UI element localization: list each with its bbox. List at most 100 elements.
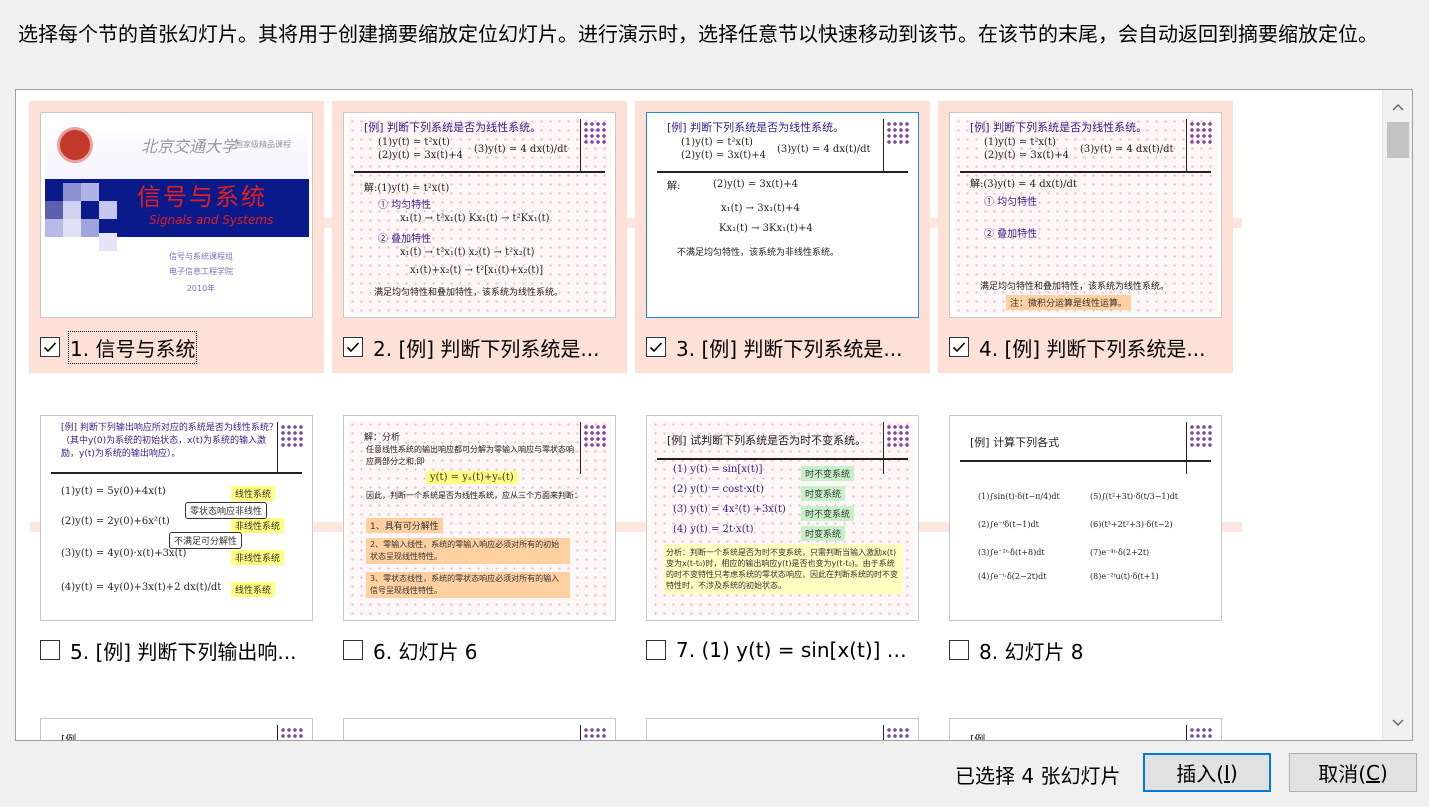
slide-caption-2: 2. [例] 判断下列系统是...	[343, 332, 623, 362]
school-name: 北京交通大学	[141, 137, 238, 156]
insert-label: 插入(	[1176, 762, 1225, 786]
slide-text: (3)y(t) = 4 dx(t)/dt	[777, 144, 871, 155]
slide-checkbox-7[interactable]	[646, 640, 666, 660]
corner-dots-decoration	[1189, 424, 1213, 448]
course-tag: 国家级精品课程	[235, 140, 291, 149]
insert-button[interactable]: 插入(I)	[1143, 753, 1271, 792]
insert-label-end: )	[1229, 760, 1238, 785]
slide-text: x₁(t) → t²x₁(t) x₂(t) → t²x₂(t)	[400, 247, 535, 258]
slide-item-3[interactable]: [例] 判断下列系统是否为线性系统。 (1)y(t) = t²x(t) (2)y…	[635, 101, 930, 373]
slide-checkbox-5[interactable]	[40, 640, 60, 660]
corner-dots-decoration	[583, 424, 607, 448]
slide-heading: [例] 判断下列输出响应所对应的系统是否为线性系统？（其中y(0)为系统的初始状…	[61, 423, 278, 459]
slide-item-2[interactable]: [例] 判断下列系统是否为线性系统。 (1)y(t) = t²x(t) (2)y…	[332, 101, 627, 373]
vertical-scrollbar[interactable]	[1382, 90, 1412, 740]
slide-item-4[interactable]: [例] 判断下列系统是否为线性系统。 (1)y(t) = t²x(t) (2)y…	[938, 101, 1233, 373]
result-tag: 时变系统	[801, 526, 846, 541]
cancel-label: 取消(	[1318, 762, 1367, 786]
slide-text: (5)∫(t²+3t)·δ(t/3−1)dt	[1090, 492, 1178, 501]
slide-thumbnail-10[interactable]	[343, 718, 616, 740]
slide-formula: y(t) = yₓ(t)+yₑ(t)	[426, 471, 518, 484]
callout: 不满足可分解性	[169, 532, 243, 549]
university-logo	[57, 127, 93, 163]
scroll-up-icon[interactable]	[1383, 92, 1412, 122]
slide-heading: [例	[61, 733, 77, 741]
slide-text: Kx₁(t) → 3Kx₁(t)+4	[719, 223, 813, 234]
result-tag: 线性系统	[231, 486, 276, 501]
slide-thumbnail-12[interactable]: [例	[949, 718, 1222, 740]
slide-item-5[interactable]: [例] 判断下列输出响应所对应的系统是否为线性系统？（其中y(0)为系统的初始状…	[29, 404, 324, 676]
slide-text: (2)y(t) = 3x(t)+4	[984, 150, 1069, 161]
slide-item-10[interactable]	[332, 707, 627, 740]
year-line: 2010年	[186, 284, 216, 293]
slide-checkbox-6[interactable]	[343, 640, 363, 660]
slide-item-11[interactable]	[635, 707, 930, 740]
slide-text: (2)y(t) = 3x(t)+4	[378, 150, 463, 161]
result-tag: 线性系统	[231, 582, 276, 597]
slide-text: (2)y(t) = 3x(t)+4	[713, 179, 798, 190]
slide-thumbnail-6[interactable]: 解：分析 任意线性系统的输出响应都可分解为零输入响应与零状态响应两部分之和,即 …	[343, 415, 616, 621]
slide-item-7[interactable]: [例] 试判断下列系统是否为时不变系统。 (1) y(t) = sin[x(t)…	[635, 404, 930, 676]
slide-checkbox-8[interactable]	[949, 640, 969, 660]
check-icon	[43, 342, 57, 353]
slide-caption-8: 8. 幻灯片 8	[949, 635, 1229, 665]
slide-thumbnail-1[interactable]: 北京交通大学 国家级精品课程 信号与系统 Signals and Systems…	[40, 112, 313, 318]
dept-line-2: 电子信息工程学院	[169, 267, 233, 276]
slide-thumbnail-9[interactable]: [例	[40, 718, 313, 741]
slide-item-6[interactable]: 解：分析 任意线性系统的输出响应都可分解为零输入响应与零状态响应两部分之和,即 …	[332, 404, 627, 676]
slide-thumbnail-5[interactable]: [例] 判断下列输出响应所对应的系统是否为线性系统？（其中y(0)为系统的初始状…	[40, 415, 313, 621]
slide-text: (1)y(t) = t²x(t)	[681, 137, 753, 148]
slide-text: (1) y(t) = sin[x(t)]	[673, 464, 763, 475]
slide-caption-6: 6. 幻灯片 6	[343, 635, 623, 665]
instruction-text: 选择每个节的首张幻灯片。其将用于创建摘要缩放定位幻灯片。进行演示时，选择任意节以…	[18, 22, 1378, 46]
slide-text: (2) y(t) = cost·x(t)	[673, 484, 764, 495]
slide-item-9[interactable]: [例	[29, 707, 324, 741]
slide-title-en: Signals and Systems	[149, 213, 274, 227]
slide-text: 满足均匀特性和叠加特性，该系统为线性系统。	[980, 282, 1170, 292]
slide-caption-5: 5. [例] 判断下列输出响...	[40, 635, 320, 665]
slide-text: 任意线性系统的输出响应都可分解为零输入响应与零状态响应两部分之和,即	[366, 445, 574, 466]
slide-text: (2)y(t) = 2y(0)+6x²(t)	[61, 516, 170, 527]
criteria-tag: 2、零输入线性，系统的零输入响应必须对所有的初始状态呈现线性特性。	[366, 538, 570, 564]
title-slide-header: 北京交通大学 国家级精品课程	[45, 117, 308, 179]
slide-text: x₁(t) → 3x₁(t)+4	[721, 203, 800, 214]
slide-thumbnail-11[interactable]	[646, 718, 919, 740]
slide-text: (4) y(t) = 2t·x(t)	[673, 524, 754, 535]
slide-checkbox-3[interactable]	[646, 337, 666, 357]
slide-thumbnail-7[interactable]: [例] 试判断下列系统是否为时不变系统。 (1) y(t) = sin[x(t)…	[646, 415, 919, 621]
slide-text: ① 均匀特性	[378, 200, 432, 211]
slide-thumbnail-4[interactable]: [例] 判断下列系统是否为线性系统。 (1)y(t) = t²x(t) (2)y…	[949, 112, 1222, 318]
slide-text: (3)y(t) = 4 dx(t)/dt	[474, 144, 568, 155]
slide-list[interactable]: 北京交通大学 国家级精品课程 信号与系统 Signals and Systems…	[15, 89, 1413, 741]
slide-checkbox-4[interactable]	[949, 337, 969, 357]
slide-item-12[interactable]: [例	[938, 707, 1233, 740]
slide-item-1[interactable]: 北京交通大学 国家级精品课程 信号与系统 Signals and Systems…	[29, 101, 324, 373]
slide-thumbnail-2[interactable]: [例] 判断下列系统是否为线性系统。 (1)y(t) = t²x(t) (2)y…	[343, 112, 616, 318]
slide-checkbox-2[interactable]	[343, 337, 363, 357]
slide-caption-4: 4. [例] 判断下列系统是...	[949, 332, 1229, 362]
mosaic-decoration	[45, 173, 145, 251]
slide-text: (6)(t³+2t²+3)·δ(t−2)	[1090, 520, 1173, 529]
callout: 零状态响应非线性	[185, 502, 268, 519]
slide-text: (4)∫e⁻ᵗ·δ(2−2t)dt	[978, 572, 1047, 581]
scroll-thumb[interactable]	[1387, 122, 1409, 158]
slide-item-8[interactable]: [例] 计算下列各式 (1)∫sin(t)·δ(t−π/4)dt (2)∫e⁻ᵗ…	[938, 404, 1233, 676]
slide-text: (8)e⁻²ᵗu(t)·δ(t+1)	[1090, 572, 1159, 581]
slide-label: 3. [例] 判断下列系统是...	[676, 336, 903, 361]
scroll-down-icon[interactable]	[1383, 708, 1412, 738]
slide-text: 因此，判断一个系统是否为线性系统，应从三个方面来判断：	[366, 491, 582, 500]
slide-text: 解:(1)y(t) = t²x(t)	[364, 183, 450, 194]
slide-text: (3)y(t) = 4 dx(t)/dt	[1080, 144, 1174, 155]
slide-thumbnail-8[interactable]: [例] 计算下列各式 (1)∫sin(t)·δ(t−π/4)dt (2)∫e⁻ᵗ…	[949, 415, 1222, 621]
result-tag: 非线性系统	[231, 550, 285, 565]
slide-thumbnail-3[interactable]: [例] 判断下列系统是否为线性系统。 (1)y(t) = t²x(t) (2)y…	[646, 112, 919, 318]
slide-heading: [例] 试判断下列系统是否为时不变系统。	[667, 434, 867, 447]
slide-checkbox-1[interactable]	[40, 337, 60, 357]
slide-label: 5. [例] 判断下列输出响...	[70, 639, 297, 664]
slide-note: 注：微积分运算是线性运算。	[1006, 295, 1132, 310]
corner-dots-decoration	[280, 424, 304, 448]
cancel-button[interactable]: 取消(C)	[1289, 753, 1417, 792]
slide-text: (1)y(t) = t²x(t)	[984, 137, 1056, 148]
slide-text: (3)y(t) = 4y(0)·x(t)+3x(t)	[61, 548, 187, 559]
slide-text: (2)y(t) = 3x(t)+4	[681, 150, 766, 161]
